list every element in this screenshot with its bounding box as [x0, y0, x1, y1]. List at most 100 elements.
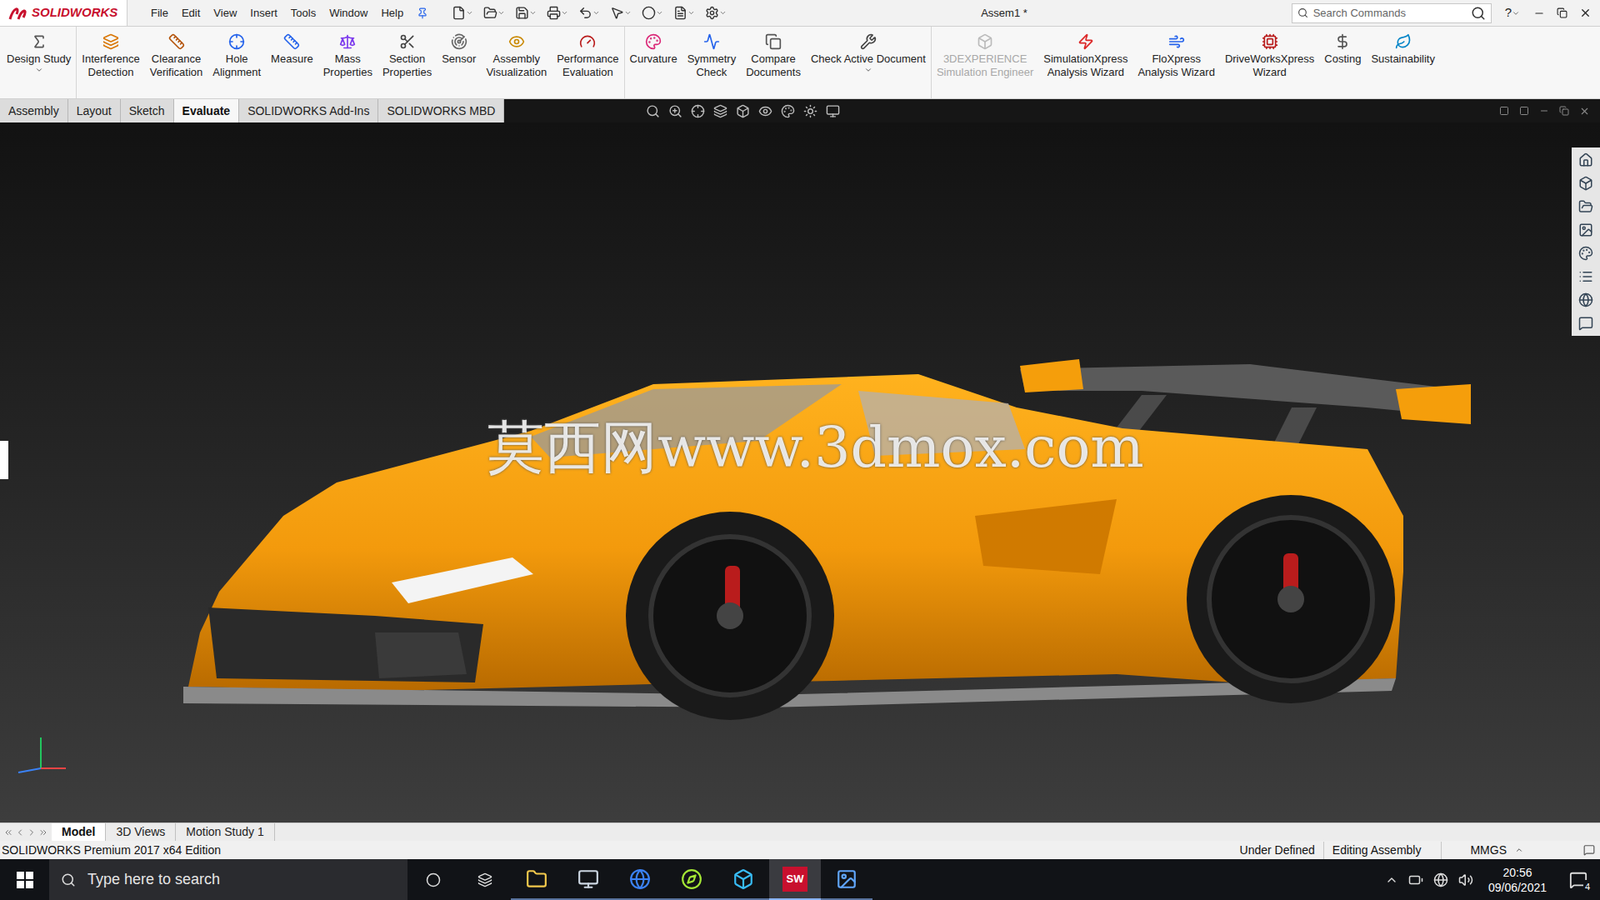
quick-tool-icon[interactable]: [451, 5, 466, 20]
comment-icon[interactable]: [1583, 844, 1595, 856]
taskbar-app[interactable]: [717, 859, 770, 900]
command-tab[interactable]: SOLIDWORKS MBD: [378, 99, 505, 123]
help-button[interactable]: ?: [1505, 3, 1512, 23]
battery-icon[interactable]: [1408, 872, 1424, 888]
tile-icon[interactable]: [1519, 105, 1530, 116]
quick-tool-icon[interactable]: [641, 5, 656, 20]
ribbon-button[interactable]: SymmetryCheck: [682, 26, 742, 80]
cortana-icon[interactable]: [425, 872, 441, 888]
menu-item[interactable]: Insert: [250, 5, 278, 22]
network-icon[interactable]: [1433, 872, 1449, 888]
tab-nav-icon[interactable]: [3, 827, 14, 838]
doc-minimize-icon[interactable]: [1539, 105, 1550, 116]
view-tool-icon[interactable]: [668, 104, 683, 119]
quick-tool-icon[interactable]: [705, 5, 720, 20]
restore-icon[interactable]: [1556, 7, 1568, 19]
tab-nav-icon[interactable]: [26, 827, 37, 838]
menu-item[interactable]: Tools: [290, 5, 316, 22]
notification-center[interactable]: 4: [1561, 870, 1595, 890]
tab-nav-icon[interactable]: [38, 827, 49, 838]
view-tool-icon[interactable]: [825, 104, 840, 119]
dropdown-icon[interactable]: [1511, 9, 1520, 18]
ribbon-button[interactable]: Sustainability: [1365, 26, 1440, 66]
ribbon-button[interactable]: HoleAlignment: [207, 26, 266, 80]
quick-tool-icon[interactable]: [515, 5, 530, 20]
dropdown-icon[interactable]: [592, 9, 600, 17]
task-pane-icon[interactable]: [1578, 222, 1594, 238]
ribbon-button[interactable]: MassProperties: [318, 26, 378, 80]
task-pane-icon[interactable]: [1578, 269, 1594, 285]
ribbon-button[interactable]: SimulationXpressAnalysis Wizard: [1038, 26, 1133, 80]
dropdown-icon[interactable]: [655, 9, 664, 17]
ribbon-button[interactable]: Sensor: [436, 26, 481, 66]
dropdown-icon[interactable]: [719, 9, 727, 17]
ribbon-button[interactable]: Curvature: [625, 26, 683, 66]
taskbar-app[interactable]: [820, 859, 873, 900]
pin-icon[interactable]: [416, 7, 429, 20]
menu-item[interactable]: Help: [380, 5, 404, 22]
graphics-area[interactable]: 莫西网www.3dmox.com: [0, 122, 1600, 823]
start-button[interactable]: [0, 859, 50, 900]
bottom-tab[interactable]: Motion Study 1: [175, 823, 275, 841]
dropdown-icon[interactable]: [560, 9, 569, 17]
task-pane-icon[interactable]: [1578, 152, 1594, 168]
units-selector[interactable]: MMGS: [1440, 841, 1534, 860]
ribbon-button[interactable]: Measure: [265, 26, 319, 66]
view-tool-icon[interactable]: [713, 104, 728, 119]
command-tab[interactable]: SOLIDWORKS Add-Ins: [239, 99, 379, 123]
taskbar-app[interactable]: [562, 859, 615, 900]
search-commands[interactable]: Search Commands: [1291, 3, 1492, 24]
search-button-icon[interactable]: [1470, 5, 1486, 21]
app-logo[interactable]: SOLIDWORKS: [0, 0, 128, 26]
ribbon-button[interactable]: PerformanceEvaluation: [551, 26, 624, 80]
task-pane-icon[interactable]: [1578, 292, 1594, 308]
command-tab[interactable]: Sketch: [120, 99, 175, 123]
ribbon-button[interactable]: DriveWorksXpressWizard: [1220, 26, 1320, 80]
menu-item[interactable]: View: [213, 5, 237, 22]
dropdown-icon[interactable]: [529, 9, 537, 17]
ribbon-button[interactable]: SectionProperties: [377, 26, 437, 80]
minimize-icon[interactable]: [1533, 7, 1545, 20]
command-tab[interactable]: Evaluate: [174, 99, 240, 123]
units-menu-icon[interactable]: [1515, 845, 1524, 855]
quick-tool-icon[interactable]: [483, 5, 498, 20]
dropdown-icon[interactable]: [624, 9, 632, 17]
taskbar-app[interactable]: [510, 859, 563, 900]
ribbon-button[interactable]: InterferenceDetection: [76, 26, 145, 80]
quick-tool-icon[interactable]: [673, 5, 688, 20]
quick-tool-icon[interactable]: [578, 5, 593, 20]
ribbon-button[interactable]: Design Study: [1, 26, 76, 75]
view-tool-icon[interactable]: [780, 104, 795, 119]
ribbon-button[interactable]: CompareDocuments: [740, 26, 806, 80]
view-tool-icon[interactable]: [758, 104, 773, 119]
view-tool-icon[interactable]: [803, 104, 818, 119]
dropdown-icon[interactable]: [497, 9, 505, 17]
car-model-figure[interactable]: [183, 357, 1475, 725]
tray-expand-icon[interactable]: [1385, 873, 1399, 887]
dropdown-icon[interactable]: [465, 9, 474, 17]
dropdown-icon[interactable]: [864, 65, 873, 75]
taskbar-app[interactable]: [665, 859, 718, 900]
bottom-tab[interactable]: 3D Views: [105, 823, 176, 841]
taskbar-app[interactable]: SW: [769, 859, 821, 900]
ribbon-button[interactable]: Costing: [1319, 26, 1366, 66]
task-view-icon[interactable]: [477, 872, 493, 888]
task-pane-icon[interactable]: [1578, 315, 1594, 331]
task-pane-icon[interactable]: [1578, 245, 1594, 261]
doc-restore-icon[interactable]: [1559, 105, 1570, 116]
tab-nav-icon[interactable]: [15, 827, 25, 838]
close-icon[interactable]: [1579, 6, 1592, 20]
view-tool-icon[interactable]: [690, 104, 705, 119]
quick-tool-icon[interactable]: [546, 5, 561, 20]
doc-close-icon[interactable]: [1579, 105, 1590, 117]
menu-item[interactable]: File: [150, 5, 169, 22]
ribbon-button[interactable]: AssemblyVisualization: [480, 26, 552, 80]
view-tool-icon[interactable]: [645, 104, 660, 119]
clock[interactable]: 20:5609/06/2021: [1483, 865, 1552, 895]
bottom-tab[interactable]: Model: [51, 823, 106, 841]
tile-icon[interactable]: [1499, 105, 1510, 116]
task-pane-icon[interactable]: [1578, 199, 1594, 215]
command-tab[interactable]: Assembly: [0, 99, 69, 123]
volume-icon[interactable]: [1458, 872, 1474, 888]
taskbar-app[interactable]: [614, 859, 666, 900]
